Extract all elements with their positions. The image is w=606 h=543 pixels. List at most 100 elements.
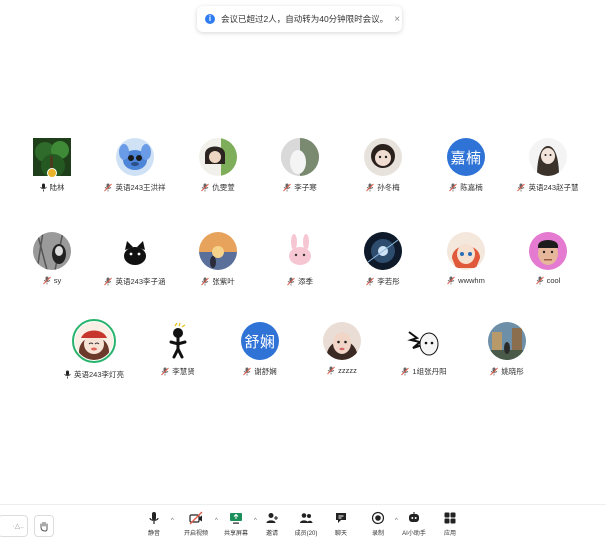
participant-name: 孙冬梅 xyxy=(377,183,400,192)
avatar-speaking xyxy=(72,319,116,363)
toolbar-label: 静音 xyxy=(147,531,160,537)
participant-tile[interactable]: 英语243李子涵 xyxy=(95,232,175,287)
toolbar-label: 邀请 xyxy=(265,531,278,537)
participant-tile[interactable]: zzzzz xyxy=(302,322,382,375)
participant-name-row: 李慧贤 xyxy=(161,366,195,377)
participant-name-row: 仇雯萱 xyxy=(201,182,235,193)
participant-name-row: 英语243李灯亮 xyxy=(64,369,124,380)
participant-tile[interactable]: 舒娴谢舒娴 xyxy=(220,322,300,377)
audio-level-text: ·△.. xyxy=(12,523,24,530)
invite-icon xyxy=(266,513,278,523)
participant-tile[interactable]: 孙冬梅 xyxy=(343,138,423,193)
video-off-button[interactable]: 开启视频 xyxy=(178,511,214,537)
participant-grid: 陆林 英语243王洪祥 仇雯萱 李子寒 孙冬梅 嘉楠 陈嘉楠英语243赵子慧 sy 英语243李… xyxy=(0,0,606,500)
invite-button[interactable]: 邀请 xyxy=(254,511,290,537)
avatar: 舒娴 xyxy=(241,322,279,360)
participant-name: zzzzz xyxy=(338,366,357,375)
participant-tile[interactable]: 陆林 xyxy=(12,138,92,193)
participant-tile[interactable]: 嘉楠 陈嘉楠 xyxy=(426,138,506,193)
avatar xyxy=(323,322,361,360)
participant-name-row: 陆林 xyxy=(39,182,65,193)
mic-button[interactable]: 静音 xyxy=(136,511,172,537)
mic-icon xyxy=(149,512,159,524)
participant-name-row: 1组张丹阳 xyxy=(401,366,447,377)
participant-tile[interactable]: sy xyxy=(12,232,92,285)
participant-name: 李子寒 xyxy=(294,183,317,192)
participant-tile[interactable]: 李若彤 xyxy=(343,232,423,287)
toolbar-label: 共享屏幕 xyxy=(223,531,248,537)
ai-assistant-icon xyxy=(409,512,419,522)
chevron-up-icon[interactable]: ^ xyxy=(171,518,174,524)
participant-name-row: 孙冬梅 xyxy=(366,182,400,193)
record-button[interactable]: 录制 xyxy=(360,511,396,537)
avatar xyxy=(281,232,319,270)
participant-name-row: 陈嘉楠 xyxy=(449,182,483,193)
toolbar-label: AI小助手 xyxy=(402,531,426,537)
participant-name-row: 张紫叶 xyxy=(201,276,235,287)
participant-tile[interactable]: 英语243赵子慧 xyxy=(508,138,588,193)
mic-muted-icon xyxy=(283,183,292,192)
participant-name: 李慧贤 xyxy=(172,367,195,376)
mic-active-icon xyxy=(64,370,71,379)
avatar xyxy=(159,322,197,360)
participant-name: 英语243赵子慧 xyxy=(528,183,579,192)
video-off-icon xyxy=(189,511,203,525)
participant-tile[interactable]: 英语243李灯亮 xyxy=(54,319,134,380)
participant-name-row: 姚晓彤 xyxy=(490,366,524,377)
share-screen-icon xyxy=(230,513,242,524)
avatar-initials: 舒娴 xyxy=(244,333,276,351)
participant-tile[interactable]: 李慧贤 xyxy=(138,322,218,377)
share-screen-button[interactable]: 共享屏幕 xyxy=(218,511,254,537)
participant-tile[interactable]: 姚晓彤 xyxy=(467,322,547,377)
participant-name-row: 李子寒 xyxy=(283,182,317,193)
participant-name: 李若彤 xyxy=(377,277,400,286)
avatar xyxy=(447,232,485,270)
participant-name-row: 英语243赵子慧 xyxy=(517,182,579,193)
avatar xyxy=(405,322,443,360)
participant-name-row: 英语243王洪祥 xyxy=(104,182,166,193)
mic-muted-icon xyxy=(161,367,170,376)
toolbar-label: 成员(20) xyxy=(294,531,318,537)
participant-name: 英语243李灯亮 xyxy=(73,370,124,379)
participant-tile[interactable]: 仇雯萱 xyxy=(178,138,258,193)
members-icon xyxy=(300,513,313,523)
participant-name-row: 李若彤 xyxy=(366,276,400,287)
mic-muted-icon xyxy=(42,276,51,285)
participant-name: 英语243李子涵 xyxy=(115,277,166,286)
participant-tile[interactable]: 1组张丹阳 xyxy=(384,322,464,377)
participant-tile[interactable]: 李子寒 xyxy=(260,138,340,193)
ai-assistant-button[interactable]: AI小助手 xyxy=(396,511,432,537)
avatar xyxy=(364,138,402,176)
participant-name: 张紫叶 xyxy=(212,277,235,286)
avatar xyxy=(529,232,567,270)
participant-tile[interactable]: 张紫叶 xyxy=(178,232,258,287)
mic-muted-icon xyxy=(366,277,375,286)
participant-name-row: 添季 xyxy=(287,276,313,287)
mic-muted-icon xyxy=(104,277,113,286)
participant-name: sy xyxy=(53,276,62,285)
participant-tile[interactable]: 英语243王洪祥 xyxy=(95,138,175,193)
avatar xyxy=(199,138,237,176)
toolbar-label: 应用 xyxy=(443,531,456,537)
mic-muted-icon xyxy=(517,183,526,192)
host-badge xyxy=(47,168,57,178)
participant-name-row: zzzzz xyxy=(327,366,357,375)
avatar xyxy=(116,138,154,176)
mic-muted-icon xyxy=(104,183,113,192)
participant-name: 陈嘉楠 xyxy=(460,183,483,192)
avatar xyxy=(281,138,319,176)
participant-tile[interactable]: wwwhm xyxy=(426,232,506,285)
raise-hand-button[interactable] xyxy=(34,515,54,537)
participant-tile[interactable]: cool xyxy=(508,232,588,285)
mic-muted-icon xyxy=(535,276,544,285)
participant-name: wwwhm xyxy=(458,276,485,285)
chat-button[interactable]: 聊天 xyxy=(323,511,359,537)
members-button[interactable]: 成员(20) xyxy=(288,511,324,537)
participant-tile[interactable]: 添季 xyxy=(260,232,340,287)
mic-muted-icon xyxy=(449,183,458,192)
participant-name: 姚晓彤 xyxy=(501,367,524,376)
mic-muted-icon xyxy=(201,277,210,286)
participant-name: 谢舒娴 xyxy=(254,367,277,376)
apps-button[interactable]: 应用 xyxy=(432,511,468,537)
audio-level-box[interactable]: ·△.. xyxy=(0,515,28,537)
